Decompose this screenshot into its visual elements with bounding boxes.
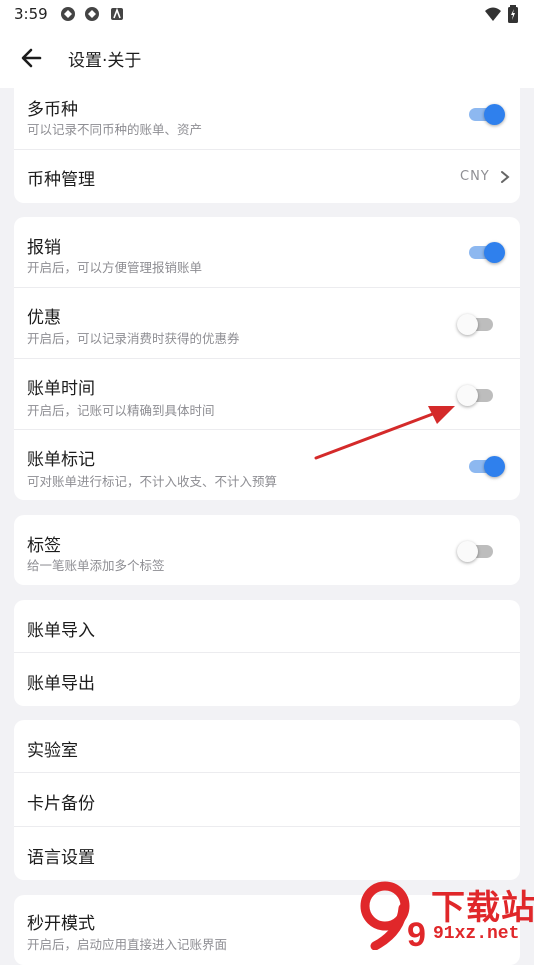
bill-mark-toggle[interactable] [465,454,505,478]
discount-desc: 开启后，可以记录消费时获得的优惠券 [27,331,240,346]
quick-launch-label: 秒开模式 [27,914,95,934]
watermark-logo-icon: 9 [360,881,426,950]
reimburse-row[interactable]: 报销 开启后，可以方便管理报销账单 [14,217,520,287]
bill-mark-label: 账单标记 [27,450,95,470]
import-row[interactable]: 账单导入 [14,600,520,652]
watermark: 9 下载站 91xz.net [355,880,534,950]
language-row[interactable]: 语言设置 [14,827,520,880]
multi-currency-label: 多币种 [27,100,78,120]
multi-currency-toggle[interactable] [465,102,505,126]
tags-row[interactable]: 标签 给一笔账单添加多个标签 [14,515,520,585]
status-bar: 3:59 [0,0,534,28]
tags-desc: 给一笔账单添加多个标签 [27,558,165,573]
discount-row[interactable]: 优惠 开启后，可以记录消费时获得的优惠券 [14,288,520,358]
export-label: 账单导出 [27,674,95,694]
backup-label: 卡片备份 [27,794,95,814]
tags-card: 标签 给一笔账单添加多个标签 [14,515,520,585]
app-bar: 设置·关于 [0,28,534,88]
reimburse-desc: 开启后，可以方便管理报销账单 [27,260,203,275]
bill-time-label: 账单时间 [27,379,95,399]
watermark-title: 下载站 [431,888,534,928]
currency-value: CNY [460,169,490,184]
status-time: 3:59 [14,5,48,23]
multi-currency-desc: 可以记录不同币种的账单、资产 [27,122,203,137]
reimburse-label: 报销 [27,238,61,258]
tags-label: 标签 [27,536,61,556]
lab-row[interactable]: 实验室 [14,720,520,772]
wifi-icon [485,7,501,21]
watermark-logo-text: 9 [407,916,426,950]
quick-launch-desc: 开启后，启动应用直接进入记账界面 [27,937,228,952]
language-label: 语言设置 [27,848,95,868]
tags-toggle[interactable] [457,539,497,563]
bill-mark-desc: 可对账单进行标记，不计入收支、不计入预算 [27,474,278,489]
battery-icon [508,5,518,23]
bill-time-desc: 开启后，记账可以精确到具体时间 [27,403,215,418]
page-title: 设置·关于 [68,51,142,71]
discount-label: 优惠 [27,308,61,328]
back-arrow-icon[interactable] [18,44,46,72]
import-export-card: 账单导入 账单导出 [14,600,520,706]
lab-label: 实验室 [27,741,78,761]
watermark-domain: 91xz.net [433,924,520,944]
app-notification-icon [61,7,75,21]
app-notification-icon [85,7,99,21]
currency-manage-label: 币种管理 [27,170,95,190]
misc-card: 实验室 卡片备份 语言设置 [14,720,520,880]
discount-toggle[interactable] [457,312,497,336]
android-icon [111,7,123,20]
currency-card: 多币种 可以记录不同币种的账单、资产 币种管理 CNY [14,88,520,203]
currency-manage-row[interactable]: 币种管理 CNY [14,150,520,203]
backup-row[interactable]: 卡片备份 [14,773,520,826]
annotation-arrow-icon [314,406,455,460]
chevron-right-icon [501,171,510,183]
import-label: 账单导入 [27,621,95,641]
multi-currency-row[interactable]: 多币种 可以记录不同币种的账单、资产 [14,88,520,149]
reimburse-toggle[interactable] [465,240,505,264]
export-row[interactable]: 账单导出 [14,653,520,706]
